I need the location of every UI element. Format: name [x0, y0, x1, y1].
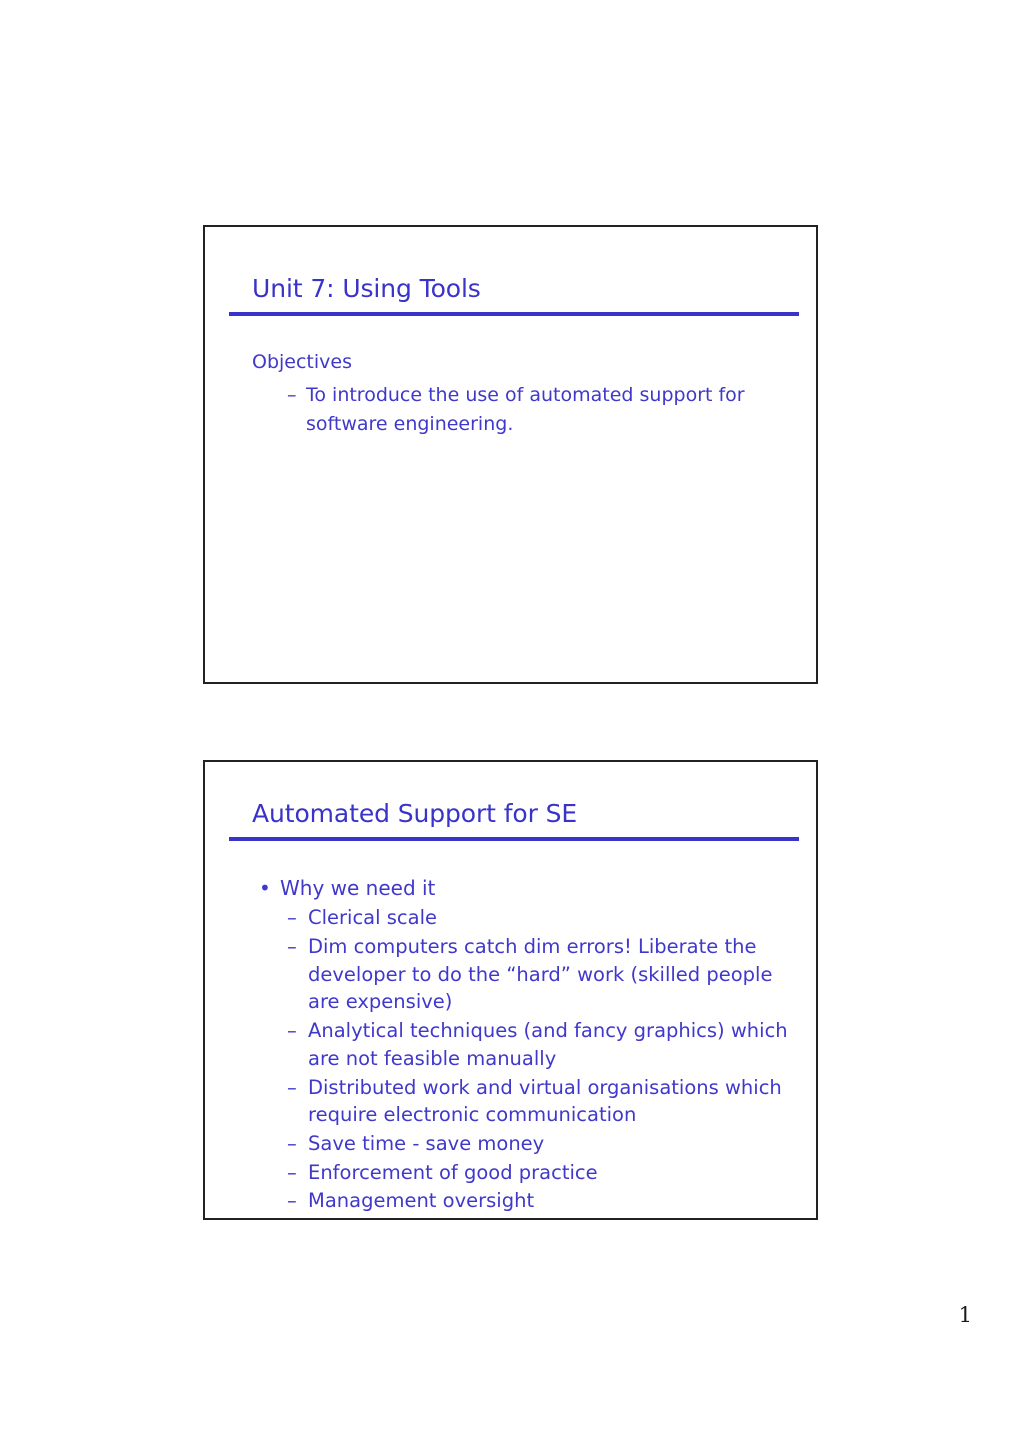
bullet-dash-icon: –: [287, 383, 297, 406]
slide-1-bullet-2: – To introduce the use of automated suppo…: [252, 381, 796, 440]
bullet-text: Enforcement of good practice: [308, 1160, 598, 1184]
bullet-dash-icon: –: [287, 1075, 297, 1099]
slide-1-title-block: Unit 7: Using Tools: [229, 275, 799, 316]
bullet-dash-icon: –: [287, 935, 297, 959]
slide-2-bullet-6: – Save time - save money: [252, 1130, 796, 1158]
slide-1-bullet-1: Objectives: [252, 350, 796, 375]
slide-2-bullet-4: – Analytical techniques (and fancy graphi…: [252, 1017, 796, 1072]
slide-1-title-rule: [229, 312, 799, 316]
slide-2: Automated Support for SE • Why we need it…: [203, 760, 818, 1220]
bullet-text: To introduce the use of automated suppor…: [306, 383, 745, 436]
bullet-dash-icon: –: [287, 1189, 297, 1213]
bullet-dot-icon: •: [259, 876, 271, 900]
bullet-text: Analytical techniques (and fancy graphic…: [308, 1019, 788, 1070]
bullet-text: Why we need it: [280, 876, 436, 900]
bullet-text: Objectives: [252, 351, 352, 373]
bullet-dash-icon: –: [287, 1019, 297, 1043]
slide-2-bullet-1: • Why we need it: [252, 874, 796, 902]
slide-2-title: Automated Support for SE: [252, 799, 578, 828]
slide-2-title-rule: [229, 837, 799, 841]
bullet-text: Dim computers catch dim errors! Liberate…: [308, 935, 773, 1014]
slide-2-bullet-5: – Distributed work and virtual organisati…: [252, 1074, 796, 1129]
bullet-text: Clerical scale: [308, 906, 437, 930]
handout-page: Unit 7: Using Tools Objectives – To introd…: [0, 0, 1020, 1443]
bullet-dash-icon: –: [287, 1131, 297, 1155]
page-number: 1: [958, 1303, 972, 1327]
bullet-dash-icon: –: [287, 906, 297, 930]
slide-2-bullet-7: – Enforcement of good practice: [252, 1159, 796, 1187]
slide-1-title: Unit 7: Using Tools: [252, 274, 481, 303]
slide-2-bullet-8: – Management oversight: [252, 1187, 796, 1215]
slide-2-bullet-3: – Dim computers catch dim errors! Liberat…: [252, 933, 796, 1016]
slide-2-title-block: Automated Support for SE: [229, 800, 799, 841]
slide-1: Unit 7: Using Tools Objectives – To introd…: [203, 225, 818, 684]
slide-2-body: • Why we need it – Clerical scale – Dim compu…: [252, 874, 796, 1216]
bullet-text: Distributed work and virtual organisatio…: [308, 1075, 782, 1127]
bullet-dash-icon: –: [287, 1160, 297, 1184]
bullet-text: Save time - save money: [308, 1131, 545, 1155]
bullet-text: Management oversight: [308, 1189, 535, 1213]
slide-2-bullet-2: – Clerical scale: [252, 904, 796, 932]
slide-1-body: Objectives – To introduce the use of autom…: [252, 350, 796, 441]
